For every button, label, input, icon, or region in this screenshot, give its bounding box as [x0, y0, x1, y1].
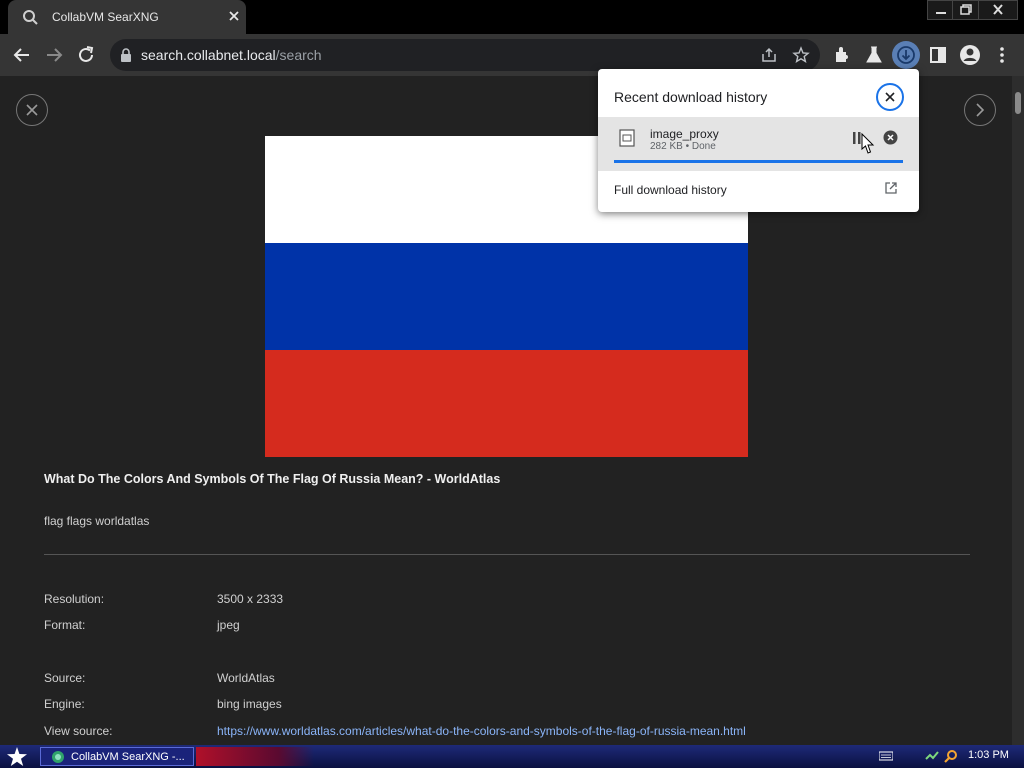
searxng-favicon-icon: [23, 10, 38, 25]
profile-avatar-icon[interactable]: [959, 44, 981, 66]
side-panel-icon[interactable]: [927, 44, 949, 66]
address-bar[interactable]: search.collabnet.local/search: [110, 39, 820, 71]
taskbar-decoration: [196, 747, 314, 766]
result-title: What Do The Colors And Symbols Of The Fl…: [44, 472, 501, 486]
tab-collabvm-searxng[interactable]: CollabVM SearXNG: [8, 0, 246, 34]
open-external-icon[interactable]: [884, 181, 898, 195]
download-icon: [897, 46, 915, 64]
remove-download-icon[interactable]: [883, 130, 898, 145]
source-value: WorldAtlas: [217, 671, 275, 685]
tab-title: CollabVM SearXNG: [52, 10, 159, 24]
taskbar-clock: 1:03 PM: [968, 749, 1009, 761]
bookmark-star-icon[interactable]: [792, 46, 810, 64]
title-bar: CollabVM SearXNG: [0, 0, 1024, 34]
taskbar: CollabVM SearXNG -... 1:03 PM: [0, 745, 1024, 768]
flag-stripe-red: [265, 350, 748, 457]
result-tags: flag flags worldatlas: [44, 514, 150, 528]
download-status: 282 KB • Done: [650, 141, 716, 152]
mouse-cursor-icon: [861, 133, 875, 154]
menu-kebab-icon[interactable]: [991, 44, 1013, 66]
popup-close-button[interactable]: [876, 83, 904, 111]
taskbar-item-collabvm-searxng[interactable]: CollabVM SearXNG -...: [40, 747, 194, 766]
close-icon: [26, 104, 38, 116]
download-filename: image_proxy: [650, 127, 719, 141]
restore-button[interactable]: [952, 0, 980, 20]
close-detail-button[interactable]: [16, 94, 48, 126]
engine-value: bing images: [217, 697, 282, 711]
keyboard-icon[interactable]: [879, 749, 893, 763]
close-window-button[interactable]: [978, 0, 1018, 20]
view-source-link[interactable]: https://www.worldatlas.com/articles/what…: [217, 724, 746, 738]
page-scrollbar[interactable]: [1012, 76, 1024, 745]
popup-title: Recent download history: [614, 89, 768, 105]
flag-stripe-blue: [265, 243, 748, 350]
full-download-history-link[interactable]: Full download history: [614, 183, 727, 197]
url-text[interactable]: search.collabnet.local/search: [141, 47, 322, 63]
format-label: Format:: [44, 618, 86, 632]
chevron-right-icon: [976, 103, 985, 117]
labs-flask-icon[interactable]: [863, 44, 885, 66]
network-icon[interactable]: [925, 749, 939, 763]
view-source-label: View source:: [44, 724, 113, 738]
file-icon: [619, 129, 635, 147]
resolution-label: Resolution:: [44, 592, 105, 606]
lock-icon[interactable]: [120, 48, 132, 62]
downloads-button[interactable]: [892, 41, 920, 69]
scrollbar-thumb[interactable]: [1015, 92, 1021, 114]
back-arrow-icon[interactable]: [11, 44, 33, 66]
download-progress-bar: [614, 160, 903, 163]
reload-icon[interactable]: [75, 44, 97, 66]
taskbar-item-label: CollabVM SearXNG -...: [71, 751, 185, 763]
source-label: Source:: [44, 671, 86, 685]
extensions-icon[interactable]: [831, 44, 853, 66]
tab-close-icon[interactable]: [226, 8, 242, 24]
start-star-icon[interactable]: [7, 747, 27, 766]
resolution-value: 3500 x 2333: [217, 592, 284, 606]
close-icon: [885, 92, 895, 102]
share-icon[interactable]: [760, 46, 778, 64]
format-value: jpeg: [217, 618, 240, 632]
divider: [44, 554, 970, 555]
search-icon[interactable]: [944, 749, 958, 763]
engine-label: Engine:: [44, 697, 85, 711]
browser-globe-icon: [52, 751, 64, 763]
next-image-button[interactable]: [964, 94, 996, 126]
forward-arrow-icon[interactable]: [43, 44, 65, 66]
minimize-button[interactable]: [927, 0, 955, 20]
